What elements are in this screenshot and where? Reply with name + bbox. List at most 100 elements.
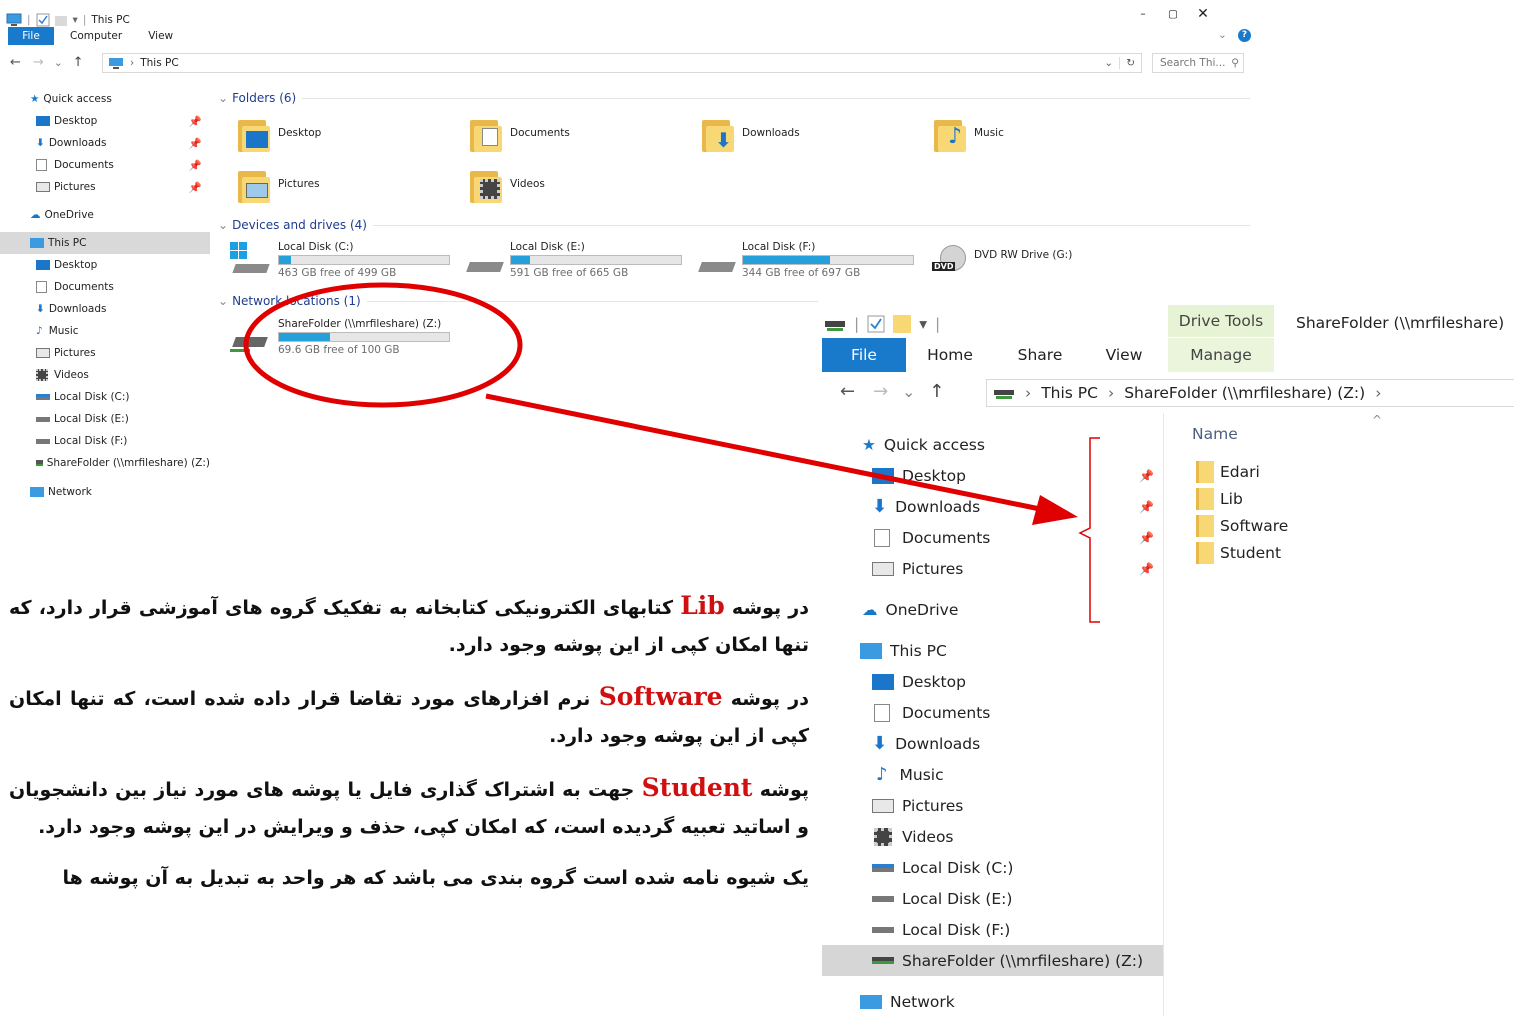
list-item[interactable]: Lib: [1196, 488, 1243, 510]
nav-quick-documents[interactable]: Documents 📌: [0, 154, 210, 176]
folder-desktop[interactable]: Desktop: [238, 118, 321, 152]
recent-button[interactable]: ⌄: [902, 383, 915, 401]
address-crumb[interactable]: This PC: [140, 57, 178, 69]
folder-documents[interactable]: Documents: [470, 118, 570, 152]
nav-quick-downloads[interactable]: ⬇ Downloads 📌: [822, 491, 1164, 522]
nav-pc-documents[interactable]: Documents: [822, 697, 1164, 728]
pin-icon[interactable]: 📌: [1139, 500, 1154, 514]
nav-pc-downloads[interactable]: ⬇ Downloads: [0, 298, 210, 320]
pin-icon[interactable]: 📌: [189, 115, 202, 128]
up-button[interactable]: ↑: [929, 381, 944, 402]
file-menu[interactable]: File: [8, 27, 54, 45]
address-crumb[interactable]: This PC: [1041, 384, 1098, 402]
nav-pc-desktop[interactable]: Desktop: [822, 666, 1164, 697]
computer-tab[interactable]: Computer: [70, 30, 122, 42]
folder-music[interactable]: ♪ Music: [934, 118, 1004, 152]
chevron-down-icon: ⌄: [218, 294, 229, 308]
file-menu[interactable]: File: [822, 338, 906, 372]
back-button[interactable]: ←: [10, 55, 21, 70]
home-tab[interactable]: Home: [918, 338, 982, 372]
nav-pc-disk-c[interactable]: Local Disk (C:): [822, 852, 1164, 883]
nav-pc-music[interactable]: ♪ Music: [0, 320, 210, 342]
address-bar[interactable]: › This PC ⌄ ↻: [102, 53, 1142, 73]
nav-network[interactable]: Network: [0, 481, 210, 503]
pin-icon[interactable]: 📌: [189, 181, 202, 194]
address-dropdown[interactable]: ⌄: [1104, 57, 1113, 69]
nav-quick-downloads[interactable]: ⬇ Downloads 📌: [0, 132, 210, 154]
minimize-button[interactable]: –: [1128, 8, 1158, 20]
address-bar[interactable]: › This PC › ShareFolder (\\mrfileshare) …: [986, 379, 1514, 407]
nav-pc-disk-f[interactable]: Local Disk (F:): [0, 430, 210, 452]
nav-network[interactable]: Network: [822, 986, 1164, 1016]
nav-pc-music[interactable]: ♪ Music: [822, 759, 1164, 790]
nav-quick-pictures[interactable]: Pictures 📌: [0, 176, 210, 198]
address-crumb[interactable]: ShareFolder (\\mrfileshare) (Z:): [1124, 384, 1365, 402]
new-folder-icon[interactable]: [54, 13, 68, 27]
maximize-button[interactable]: ▢: [1158, 8, 1188, 20]
nav-pc-disk-e[interactable]: Local Disk (E:): [0, 408, 210, 430]
manage-tab[interactable]: Manage: [1168, 338, 1274, 372]
nav-quick-pictures[interactable]: Pictures 📌: [822, 553, 1164, 584]
nav-pc-sharefolder[interactable]: ShareFolder (\\mrfileshare) (Z:): [0, 452, 210, 474]
new-folder-icon[interactable]: [893, 315, 912, 333]
list-item[interactable]: Student: [1196, 542, 1281, 564]
nav-quick-desktop[interactable]: Desktop 📌: [822, 460, 1164, 491]
folder-videos[interactable]: Videos: [470, 169, 545, 203]
forward-button[interactable]: →: [873, 381, 888, 402]
search-input[interactable]: Search Thi...: [1160, 57, 1225, 69]
refresh-icon[interactable]: ↻: [1119, 57, 1141, 69]
up-button[interactable]: ↑: [73, 55, 84, 70]
nav-quick-desktop[interactable]: Desktop 📌: [0, 110, 210, 132]
help-icon[interactable]: ?: [1238, 29, 1251, 42]
nav-pc-disk-e[interactable]: Local Disk (E:): [822, 883, 1164, 914]
nav-pc-videos[interactable]: Videos: [0, 364, 210, 386]
nav-onedrive[interactable]: ☁ OneDrive: [822, 594, 1164, 625]
nav-pc-disk-c[interactable]: Local Disk (C:): [0, 386, 210, 408]
nav-pc-documents[interactable]: Documents: [0, 276, 210, 298]
nav-pc-sharefolder[interactable]: ShareFolder (\\mrfileshare) (Z:): [822, 945, 1164, 976]
folders-section-header[interactable]: ⌄ Folders (6): [218, 91, 1250, 105]
ribbon-expand-icon[interactable]: ⌄: [1218, 29, 1227, 41]
nav-quick-access[interactable]: ★ Quick access: [822, 429, 1164, 460]
drive-f[interactable]: Local Disk (F:) 344 GB free of 697 GB: [696, 241, 914, 279]
nav-pc-desktop[interactable]: Desktop: [0, 254, 210, 276]
forward-button[interactable]: →: [33, 55, 44, 70]
nav-this-pc[interactable]: This PC: [0, 232, 210, 254]
nav-this-pc[interactable]: This PC: [822, 635, 1164, 666]
pin-icon[interactable]: 📌: [1139, 562, 1154, 576]
nav-pc-videos[interactable]: Videos: [822, 821, 1164, 852]
folder-pictures[interactable]: Pictures: [238, 169, 320, 203]
nav-onedrive[interactable]: ☁ OneDrive: [0, 204, 210, 226]
nav-pc-pictures[interactable]: Pictures: [0, 342, 210, 364]
drive-c[interactable]: Local Disk (C:) 463 GB free of 499 GB: [230, 241, 450, 279]
properties-icon[interactable]: [36, 13, 50, 27]
back-button[interactable]: ←: [840, 381, 855, 402]
column-header-name[interactable]: Name: [1192, 425, 1238, 443]
folder-downloads[interactable]: ⬇ Downloads: [702, 118, 800, 152]
drive-dvd[interactable]: DVD DVD RW Drive (G:): [930, 245, 1072, 277]
nav-pc-downloads[interactable]: ⬇ Downloads: [822, 728, 1164, 759]
pin-icon[interactable]: 📌: [1139, 469, 1154, 483]
network-section-header[interactable]: ⌄ Network locations (1): [218, 294, 818, 308]
drives-section-header[interactable]: ⌄ Devices and drives (4): [218, 218, 1250, 232]
pin-icon[interactable]: 📌: [1139, 531, 1154, 545]
pin-icon[interactable]: 📌: [189, 159, 202, 172]
download-icon: ⬇: [872, 496, 888, 517]
nav-pc-pictures[interactable]: Pictures: [822, 790, 1164, 821]
pin-icon[interactable]: 📌: [189, 137, 202, 150]
nav-pc-disk-f[interactable]: Local Disk (F:): [822, 914, 1164, 945]
list-item[interactable]: Edari: [1196, 461, 1260, 483]
list-item[interactable]: Software: [1196, 515, 1288, 537]
share-tab[interactable]: Share: [1008, 338, 1072, 372]
drive-e[interactable]: Local Disk (E:) 591 GB free of 665 GB: [464, 241, 682, 279]
nav-quick-access[interactable]: ★ Quick access: [0, 88, 210, 110]
view-tab[interactable]: View: [148, 30, 173, 42]
recent-button[interactable]: ⌄: [54, 57, 63, 69]
network-location-z[interactable]: ShareFolder (\\mrfileshare) (Z:) 69.6 GB…: [230, 317, 450, 357]
view-tab[interactable]: View: [1094, 338, 1154, 372]
close-button[interactable]: ✕: [1188, 6, 1218, 22]
pane-divider[interactable]: [1163, 413, 1164, 1016]
properties-icon[interactable]: [867, 315, 885, 333]
nav-quick-documents[interactable]: Documents 📌: [822, 522, 1164, 553]
search-box[interactable]: Search Thi... ⚲: [1152, 53, 1244, 73]
